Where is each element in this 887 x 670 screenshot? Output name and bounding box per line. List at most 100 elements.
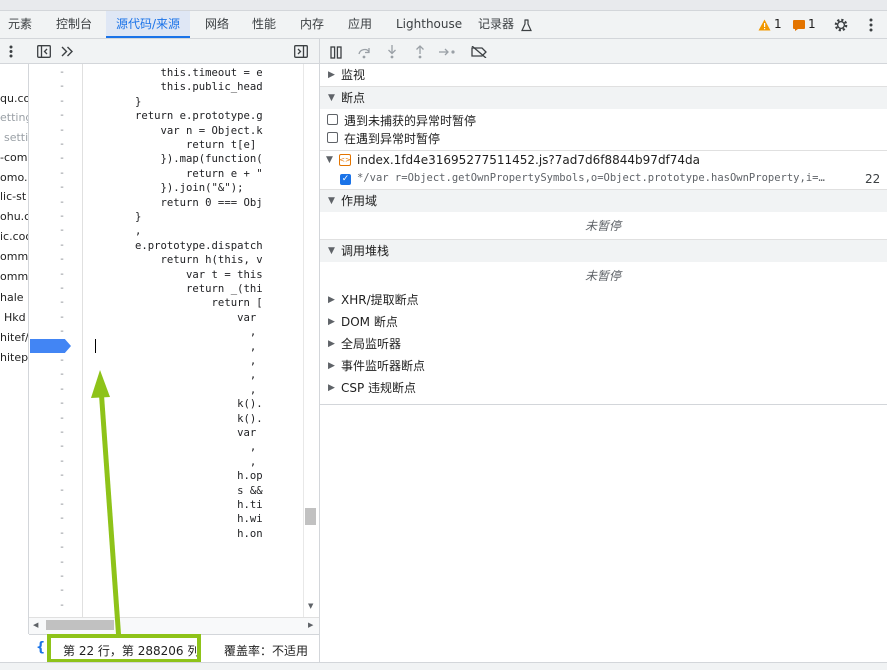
pause-caught-checkbox[interactable] xyxy=(327,132,338,143)
line-number-marker[interactable]: - xyxy=(59,397,65,411)
navigator-item[interactable]: Hkd xyxy=(4,311,26,325)
code-line[interactable]: var xyxy=(84,426,256,440)
code-line[interactable]: , xyxy=(84,354,256,368)
code-line[interactable]: var xyxy=(84,311,256,325)
line-number-marker[interactable]: - xyxy=(59,368,65,382)
xhr-breakpoints-header[interactable]: ▶ XHR/提取断点 xyxy=(320,289,887,311)
tab-elements[interactable]: 元素 xyxy=(8,11,32,38)
line-number-marker[interactable]: - xyxy=(59,268,65,282)
code-line[interactable]: , xyxy=(84,224,141,238)
line-number-marker[interactable]: - xyxy=(59,124,65,138)
line-number-marker[interactable]: - xyxy=(59,469,65,483)
issue-flag-icon[interactable] xyxy=(793,19,805,31)
code-line[interactable]: var n = Object.k xyxy=(84,124,263,138)
code-line[interactable]: k(). xyxy=(84,397,263,411)
code-line[interactable]: this.public_head xyxy=(84,80,263,94)
navigator-item[interactable]: ohu.c xyxy=(0,210,28,224)
pretty-print-icon[interactable]: { xyxy=(36,640,45,655)
deactivate-breakpoints-icon[interactable] xyxy=(470,44,488,60)
code-line[interactable]: h.op xyxy=(84,469,263,483)
code-line[interactable]: return h(this, v xyxy=(84,253,263,267)
line-number-marker[interactable]: - xyxy=(59,95,65,109)
line-number-marker[interactable]: - xyxy=(59,66,65,80)
callstack-section-header[interactable]: ▼ 调用堆栈 xyxy=(320,240,887,262)
step-over-icon[interactable] xyxy=(356,44,372,60)
warning-triangle-icon[interactable] xyxy=(758,18,771,31)
navigator-item[interactable]: hitef/ xyxy=(0,331,28,345)
line-number-marker[interactable]: - xyxy=(59,527,65,541)
global-listeners-header[interactable]: ▶ 全局监听器 xyxy=(320,333,887,355)
line-number-marker[interactable]: - xyxy=(59,109,65,123)
pause-uncaught-checkbox[interactable] xyxy=(327,114,338,125)
scroll-left-icon[interactable]: ◀ xyxy=(33,621,38,629)
breakpoint-enabled-checkbox[interactable]: ✓ xyxy=(340,174,351,185)
tab-memory[interactable]: 内存 xyxy=(300,11,324,38)
code-line[interactable]: return t[e] xyxy=(84,138,256,152)
navigator-menu-icon[interactable] xyxy=(6,44,16,58)
navigator-item[interactable]: ic.coo xyxy=(0,230,28,244)
line-number-marker[interactable]: - xyxy=(59,484,65,498)
code-editor[interactable]: this.timeout = e this.public_head } retu… xyxy=(84,64,303,617)
horizontal-scroll-thumb[interactable] xyxy=(46,620,114,630)
tab-recorder[interactable]: 记录器 xyxy=(478,11,514,38)
code-line[interactable]: h.wi xyxy=(84,512,263,526)
tab-sources[interactable]: 源代码/来源 xyxy=(106,11,191,38)
tab-performance[interactable]: 性能 xyxy=(252,11,276,38)
watch-section-header[interactable]: ▶ 监视 xyxy=(320,64,887,86)
dom-breakpoints-header[interactable]: ▶ DOM 断点 xyxy=(320,311,887,333)
step-icon[interactable] xyxy=(438,44,458,60)
line-number-marker[interactable]: - xyxy=(59,152,65,166)
line-number-marker[interactable]: - xyxy=(59,426,65,440)
scroll-down-icon[interactable]: ▼ xyxy=(308,602,313,610)
line-number-marker[interactable]: - xyxy=(59,210,65,224)
code-line[interactable]: return _(thi xyxy=(84,282,263,296)
line-number-marker[interactable]: - xyxy=(59,541,65,555)
tab-application[interactable]: 应用 xyxy=(348,11,372,38)
breakpoint-file-name[interactable]: index.1fd4e31695277511452.js?7ad7d6f8844… xyxy=(357,153,700,167)
code-line[interactable]: h.on xyxy=(84,527,263,541)
code-line[interactable]: }).map(function( xyxy=(84,152,263,166)
code-line[interactable]: return [ xyxy=(84,296,263,310)
pause-caught-label[interactable]: 在遇到异常时暂停 xyxy=(344,130,440,147)
step-into-icon[interactable] xyxy=(384,44,400,60)
line-number-marker[interactable]: - xyxy=(59,556,65,570)
csp-breakpoints-header[interactable]: ▶ CSP 违规断点 xyxy=(320,377,887,399)
code-line[interactable]: var t = this xyxy=(84,268,263,282)
line-number-marker[interactable]: - xyxy=(59,570,65,584)
pause-icon[interactable] xyxy=(328,44,344,60)
kebab-menu-icon[interactable] xyxy=(864,16,878,34)
line-number-marker[interactable]: - xyxy=(59,599,65,613)
line-number-marker[interactable]: - xyxy=(59,498,65,512)
code-line[interactable]: this.timeout = e xyxy=(84,66,263,80)
line-number-marker[interactable]: - xyxy=(59,412,65,426)
line-number-marker[interactable]: - xyxy=(59,167,65,181)
line-number-marker[interactable]: - xyxy=(59,325,65,339)
line-number-marker[interactable]: - xyxy=(59,80,65,94)
navigator-item[interactable]: ommu xyxy=(0,250,28,264)
code-line[interactable]: , xyxy=(84,440,256,454)
code-line[interactable]: } xyxy=(84,210,141,224)
line-number-marker[interactable]: - xyxy=(59,138,65,152)
scroll-right-icon[interactable]: ▶ xyxy=(308,621,313,629)
line-number-marker[interactable]: - xyxy=(59,196,65,210)
scope-section-header[interactable]: ▼ 作用域 xyxy=(320,190,887,212)
code-line[interactable]: return 0 === Obj xyxy=(84,196,263,210)
code-line[interactable]: , xyxy=(84,368,256,382)
code-line[interactable]: s && xyxy=(84,484,263,498)
line-number-marker[interactable]: - xyxy=(59,354,65,368)
toggle-navigator-icon[interactable] xyxy=(36,43,52,59)
line-number-marker[interactable]: - xyxy=(59,253,65,267)
line-number-marker[interactable]: - xyxy=(59,512,65,526)
navigator-item[interactable]: -com xyxy=(0,151,27,165)
navigator-item[interactable]: qu.co xyxy=(0,92,28,106)
navigator-item[interactable]: hale xyxy=(0,291,24,305)
code-line[interactable]: k(). xyxy=(84,412,263,426)
breakpoints-section-header[interactable]: ▼ 断点 xyxy=(320,87,887,109)
chevron-double-right-icon[interactable] xyxy=(59,43,75,59)
tab-lighthouse[interactable]: Lighthouse xyxy=(396,11,462,38)
breakpoint-code-snippet[interactable]: */var r=Object.getOwnPropertySymbols,o=O… xyxy=(357,172,825,184)
code-line[interactable]: return e.prototype.g xyxy=(84,109,263,123)
code-line[interactable]: , xyxy=(84,383,256,397)
code-line[interactable]: , xyxy=(84,325,256,339)
tab-network[interactable]: 网络 xyxy=(205,11,229,38)
